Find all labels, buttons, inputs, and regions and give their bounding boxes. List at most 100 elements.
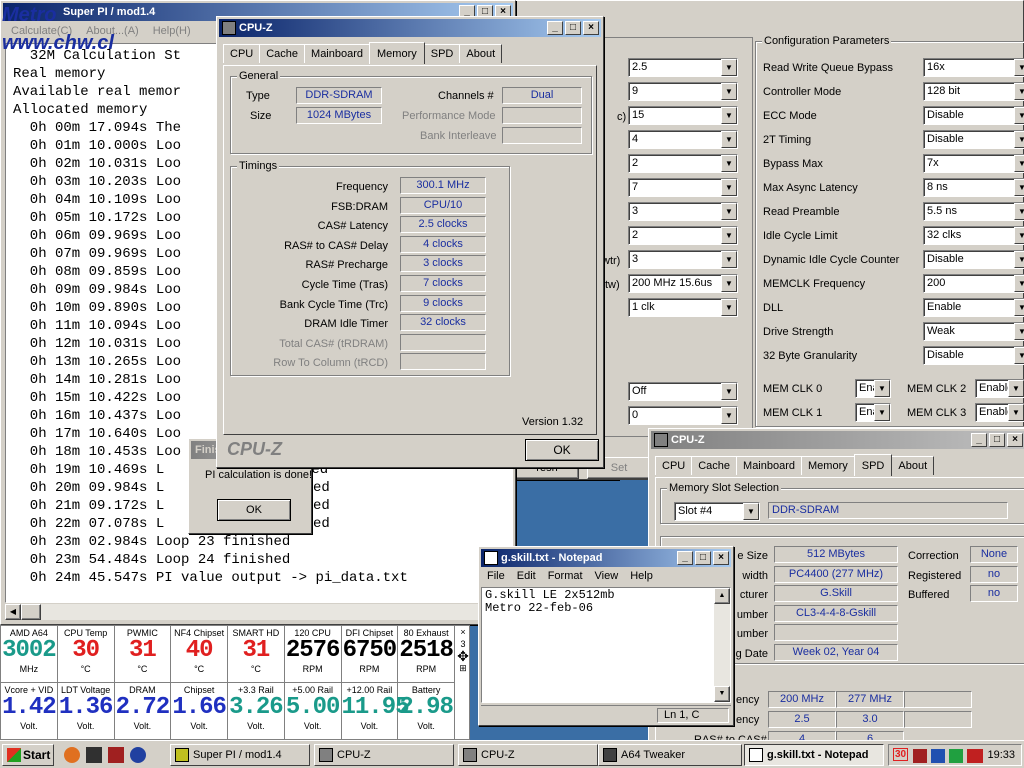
close-button[interactable]: ×: [1007, 433, 1023, 447]
maximize-button[interactable]: □: [989, 433, 1005, 447]
superpi-output-line: 0h 23m 02.984s Loop 23 finished: [13, 534, 291, 550]
spd-right-value-1: None: [970, 546, 1018, 563]
memclk-combo-1[interactable]: Enable▼: [855, 379, 891, 398]
tab-cache[interactable]: Cache: [259, 44, 306, 63]
config-combo-7[interactable]: 5.5 ns▼: [923, 202, 1024, 221]
menu-edit[interactable]: Edit: [517, 570, 536, 586]
memclk-combo-2[interactable]: Enable ▼: [975, 379, 1024, 398]
timing-combo-5[interactable]: 2 ▼: [628, 154, 738, 173]
scroll-left-button[interactable]: ◀: [5, 604, 21, 620]
cpuz-ok-button[interactable]: OK: [525, 439, 599, 461]
minimize-button[interactable]: _: [971, 433, 987, 447]
taskbar-item[interactable]: A64 Tweaker: [598, 744, 742, 766]
monitor-cell-unit: RPM: [302, 664, 323, 674]
config-combo-9[interactable]: Disable▼: [923, 250, 1024, 269]
maximize-button[interactable]: □: [695, 551, 711, 565]
menu-view[interactable]: View: [595, 570, 619, 586]
timing-combo-10[interactable]: 200 MHz 15.6us ▼: [628, 274, 738, 293]
cpuz-spd-tabs: CPU Cache Mainboard Memory SPD About: [655, 453, 935, 476]
tab-cpu[interactable]: CPU: [223, 44, 261, 63]
tab-cpu[interactable]: CPU: [655, 456, 693, 475]
finish-ok-button[interactable]: OK: [217, 499, 291, 521]
close-button[interactable]: ×: [713, 551, 729, 565]
scroll-down-button[interactable]: ▼: [714, 686, 730, 702]
close-button[interactable]: ×: [583, 21, 599, 35]
tab-mainboard[interactable]: Mainboard: [304, 44, 371, 63]
horizontal-scrollbar[interactable]: ◀: [5, 603, 513, 620]
lower-combo-2[interactable]: 0 ▼: [628, 406, 738, 425]
monitor-close-icon[interactable]: ×: [455, 626, 471, 638]
taskbar-item[interactable]: g.skill.txt - Notepad: [744, 744, 884, 766]
taskbar-item[interactable]: CPU-Z: [458, 744, 598, 766]
scroll-thumb[interactable]: [21, 604, 41, 620]
monitor-cell-value: 5.00: [285, 694, 341, 721]
config-combo-6[interactable]: 8 ns▼: [923, 178, 1024, 197]
config-label-5: Bypass Max: [763, 158, 823, 170]
tray-temp-icon[interactable]: 30: [893, 748, 909, 761]
superpi-output-line: 0h 24m 45.547s PI value output -> pi_dat…: [13, 570, 408, 586]
timing-combo-9[interactable]: 3 ▼: [628, 250, 738, 269]
config-combo-3[interactable]: Disable▼: [923, 106, 1024, 125]
timing-combo-1[interactable]: 2.5 ▼: [628, 58, 738, 77]
menu-help[interactable]: Help(H): [153, 25, 191, 41]
cas-row-label: ency: [736, 714, 760, 726]
config-combo-11[interactable]: Enable▼: [923, 298, 1024, 317]
menu-help[interactable]: Help: [630, 570, 653, 586]
config-combo-8[interactable]: 32 clks▼: [923, 226, 1024, 245]
monitor-cell: DRAM 2.72 Volt.: [114, 683, 172, 740]
monitor-cell-value: 30: [72, 637, 100, 664]
lower-combo-1[interactable]: Off ▼: [628, 382, 738, 401]
monitor-cell-unit: MHz: [19, 664, 39, 674]
browser-icon[interactable]: [64, 747, 80, 763]
tab-spd[interactable]: SPD: [423, 44, 461, 63]
tab-cache[interactable]: Cache: [691, 456, 738, 475]
start-button[interactable]: Start: [2, 744, 54, 766]
config-combo-12[interactable]: Weak▼: [923, 322, 1024, 341]
slot-select[interactable]: Slot #4 ▼: [674, 502, 760, 521]
menu-file[interactable]: File: [487, 570, 505, 586]
config-combo-13[interactable]: Disable▼: [923, 346, 1024, 365]
notepad-editor[interactable]: G.skill LE 2x512mb Metro 22-feb-06 ▲ ▼: [481, 587, 731, 703]
superpi-output-line: 0h 09m 09.984s Loo: [13, 282, 182, 298]
config-combo-4[interactable]: Disable▼: [923, 130, 1024, 149]
minimize-button[interactable]: _: [677, 551, 693, 565]
tab-about[interactable]: About: [891, 456, 935, 475]
timing-combo-8[interactable]: 2 ▼: [628, 226, 738, 245]
memclk-combo-4[interactable]: Enable ▼: [975, 403, 1024, 422]
config-combo-1[interactable]: 16x▼: [923, 58, 1024, 77]
timing-combo-4[interactable]: 4 ▼: [628, 130, 738, 149]
memclk-combo-3[interactable]: Enable▼: [855, 403, 891, 422]
tab-memory[interactable]: Memory: [369, 42, 425, 64]
tab-about[interactable]: About: [459, 44, 503, 63]
globe-icon[interactable]: [130, 747, 146, 763]
timing-combo-2[interactable]: 9 ▼: [628, 82, 738, 101]
taskbar: Start Super PI / mod1.4 CPU-Z CPU-Z A64 Twe…: [0, 740, 1024, 768]
status-position: Ln 1, C: [657, 708, 729, 723]
tab-mainboard[interactable]: Mainboard: [736, 456, 803, 475]
taskbar-item[interactable]: CPU-Z: [314, 744, 454, 766]
tab-memory[interactable]: Memory: [801, 456, 855, 475]
maximize-button[interactable]: □: [565, 21, 581, 35]
timing-combo-11[interactable]: 1 clk ▼: [628, 298, 738, 317]
minimize-button[interactable]: _: [547, 21, 563, 35]
timing-combo-6[interactable]: 7 ▼: [628, 178, 738, 197]
superpi-output-line: 0h 03m 10.203s Loo: [13, 174, 182, 190]
monitor-cell-unit: °C: [80, 664, 91, 674]
tray-icons[interactable]: [913, 749, 983, 763]
timing-combo-7[interactable]: 3 ▼: [628, 202, 738, 221]
config-combo-2[interactable]: 128 bit▼: [923, 82, 1024, 101]
scroll-up-button[interactable]: ▲: [714, 588, 730, 604]
config-combo-10[interactable]: 200▼: [923, 274, 1024, 293]
taskbar-item[interactable]: Super PI / mod1.4: [170, 744, 310, 766]
monitor-move-icon[interactable]: ✥: [455, 649, 471, 663]
tool-icon[interactable]: [86, 747, 102, 763]
system-tray: 30 19:33: [888, 744, 1022, 766]
timing-combo-3[interactable]: 15 ▼: [628, 106, 738, 125]
config-combo-5[interactable]: 7x▼: [923, 154, 1024, 173]
menu-format[interactable]: Format: [548, 570, 583, 586]
timing-value-7: 9 clocks: [400, 294, 486, 312]
vertical-scrollbar[interactable]: ▲ ▼: [714, 588, 730, 702]
tab-spd[interactable]: SPD: [853, 454, 893, 476]
tweak-icon[interactable]: [108, 747, 124, 763]
monitor-cell: Chipset 1.66 Volt.: [171, 683, 228, 740]
